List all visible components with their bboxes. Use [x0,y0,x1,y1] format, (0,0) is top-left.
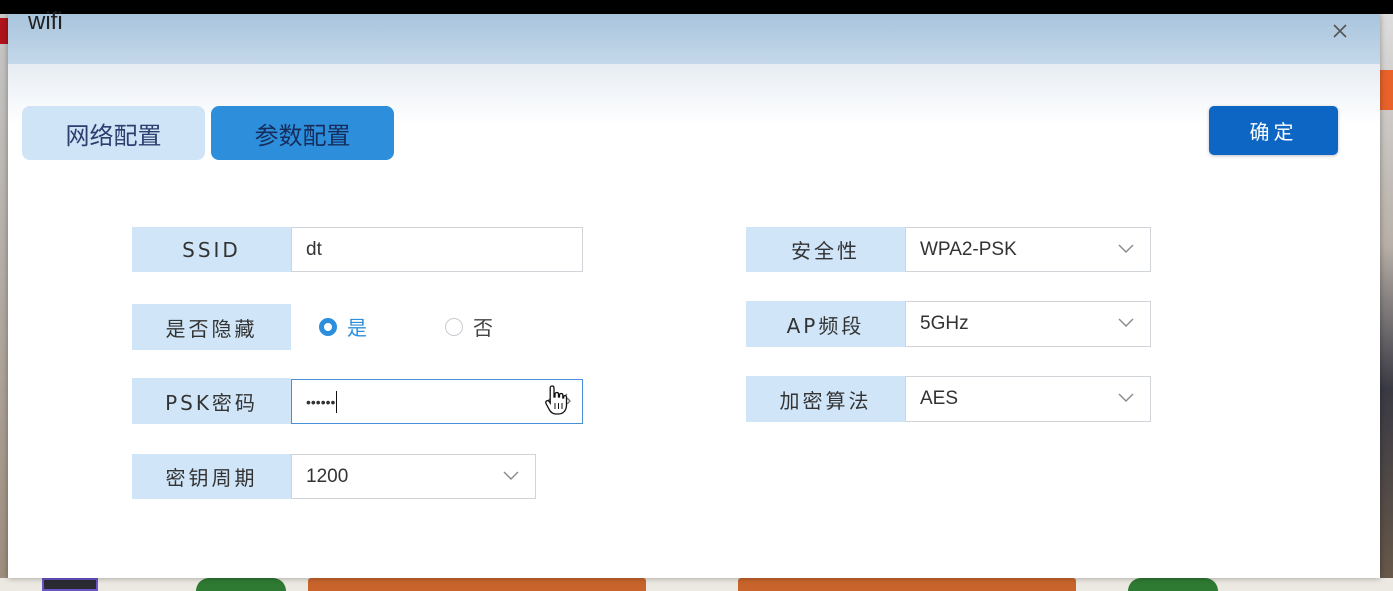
psk-label: PSK密码 [132,378,291,424]
tab-network-config[interactable]: 网络配置 [22,106,205,160]
dialog-title: wifi [28,8,63,35]
eye-off-icon[interactable] [546,390,572,412]
confirm-button[interactable]: 确定 [1209,106,1338,155]
encryption-value: AES [920,388,959,409]
security-select[interactable]: WPA2-PSK [905,227,1151,272]
chevron-down-icon [1118,393,1134,402]
key-period-label: 密钥周期 [132,454,291,499]
background-left-edge [0,14,8,591]
background-plant [196,578,286,591]
background-crate [308,578,646,591]
background-crate [738,578,1076,591]
chevron-down-icon [1118,318,1134,327]
ap-band-value: 5GHz [920,313,969,334]
key-period-value: 1200 [306,465,349,487]
radio-hidden-no[interactable]: 否 [445,312,493,341]
psk-value: •••••• [306,393,336,410]
background-left-red-tab [0,18,8,44]
security-label: 安全性 [746,227,905,272]
dialog-header [8,14,1380,64]
background-plant [1128,578,1218,591]
radio-selected-icon [319,317,337,336]
text-caret [336,390,338,413]
radio-unselected-icon [445,317,463,336]
close-icon[interactable] [1330,21,1350,41]
chevron-down-icon [1118,244,1134,253]
background-topbar [0,0,1393,14]
chevron-down-icon [503,471,519,480]
ap-band-label: AP频段 [746,301,905,347]
radio-no-label: 否 [473,316,493,340]
encryption-select[interactable]: AES [905,376,1151,422]
radio-hidden-yes[interactable]: 是 [319,312,367,341]
ssid-input[interactable]: dt [291,227,583,272]
key-period-select[interactable]: 1200 [291,454,536,499]
psk-password-input[interactable]: •••••• [291,379,583,424]
background-right-orange-tab [1380,70,1393,110]
encryption-label: 加密算法 [746,376,905,422]
ssid-value: dt [306,238,322,260]
wifi-dialog: wifi 网络配置 参数配置 确定 SSID dt 是否隐藏 是 否 PSK密码… [8,8,1380,578]
background-frame [42,578,98,591]
tab-parameter-config[interactable]: 参数配置 [211,106,394,160]
security-value: WPA2-PSK [920,238,1017,260]
ap-band-select[interactable]: 5GHz [905,301,1151,347]
hidden-label: 是否隐藏 [132,304,291,350]
ssid-label: SSID [132,227,291,272]
radio-yes-label: 是 [347,316,367,340]
